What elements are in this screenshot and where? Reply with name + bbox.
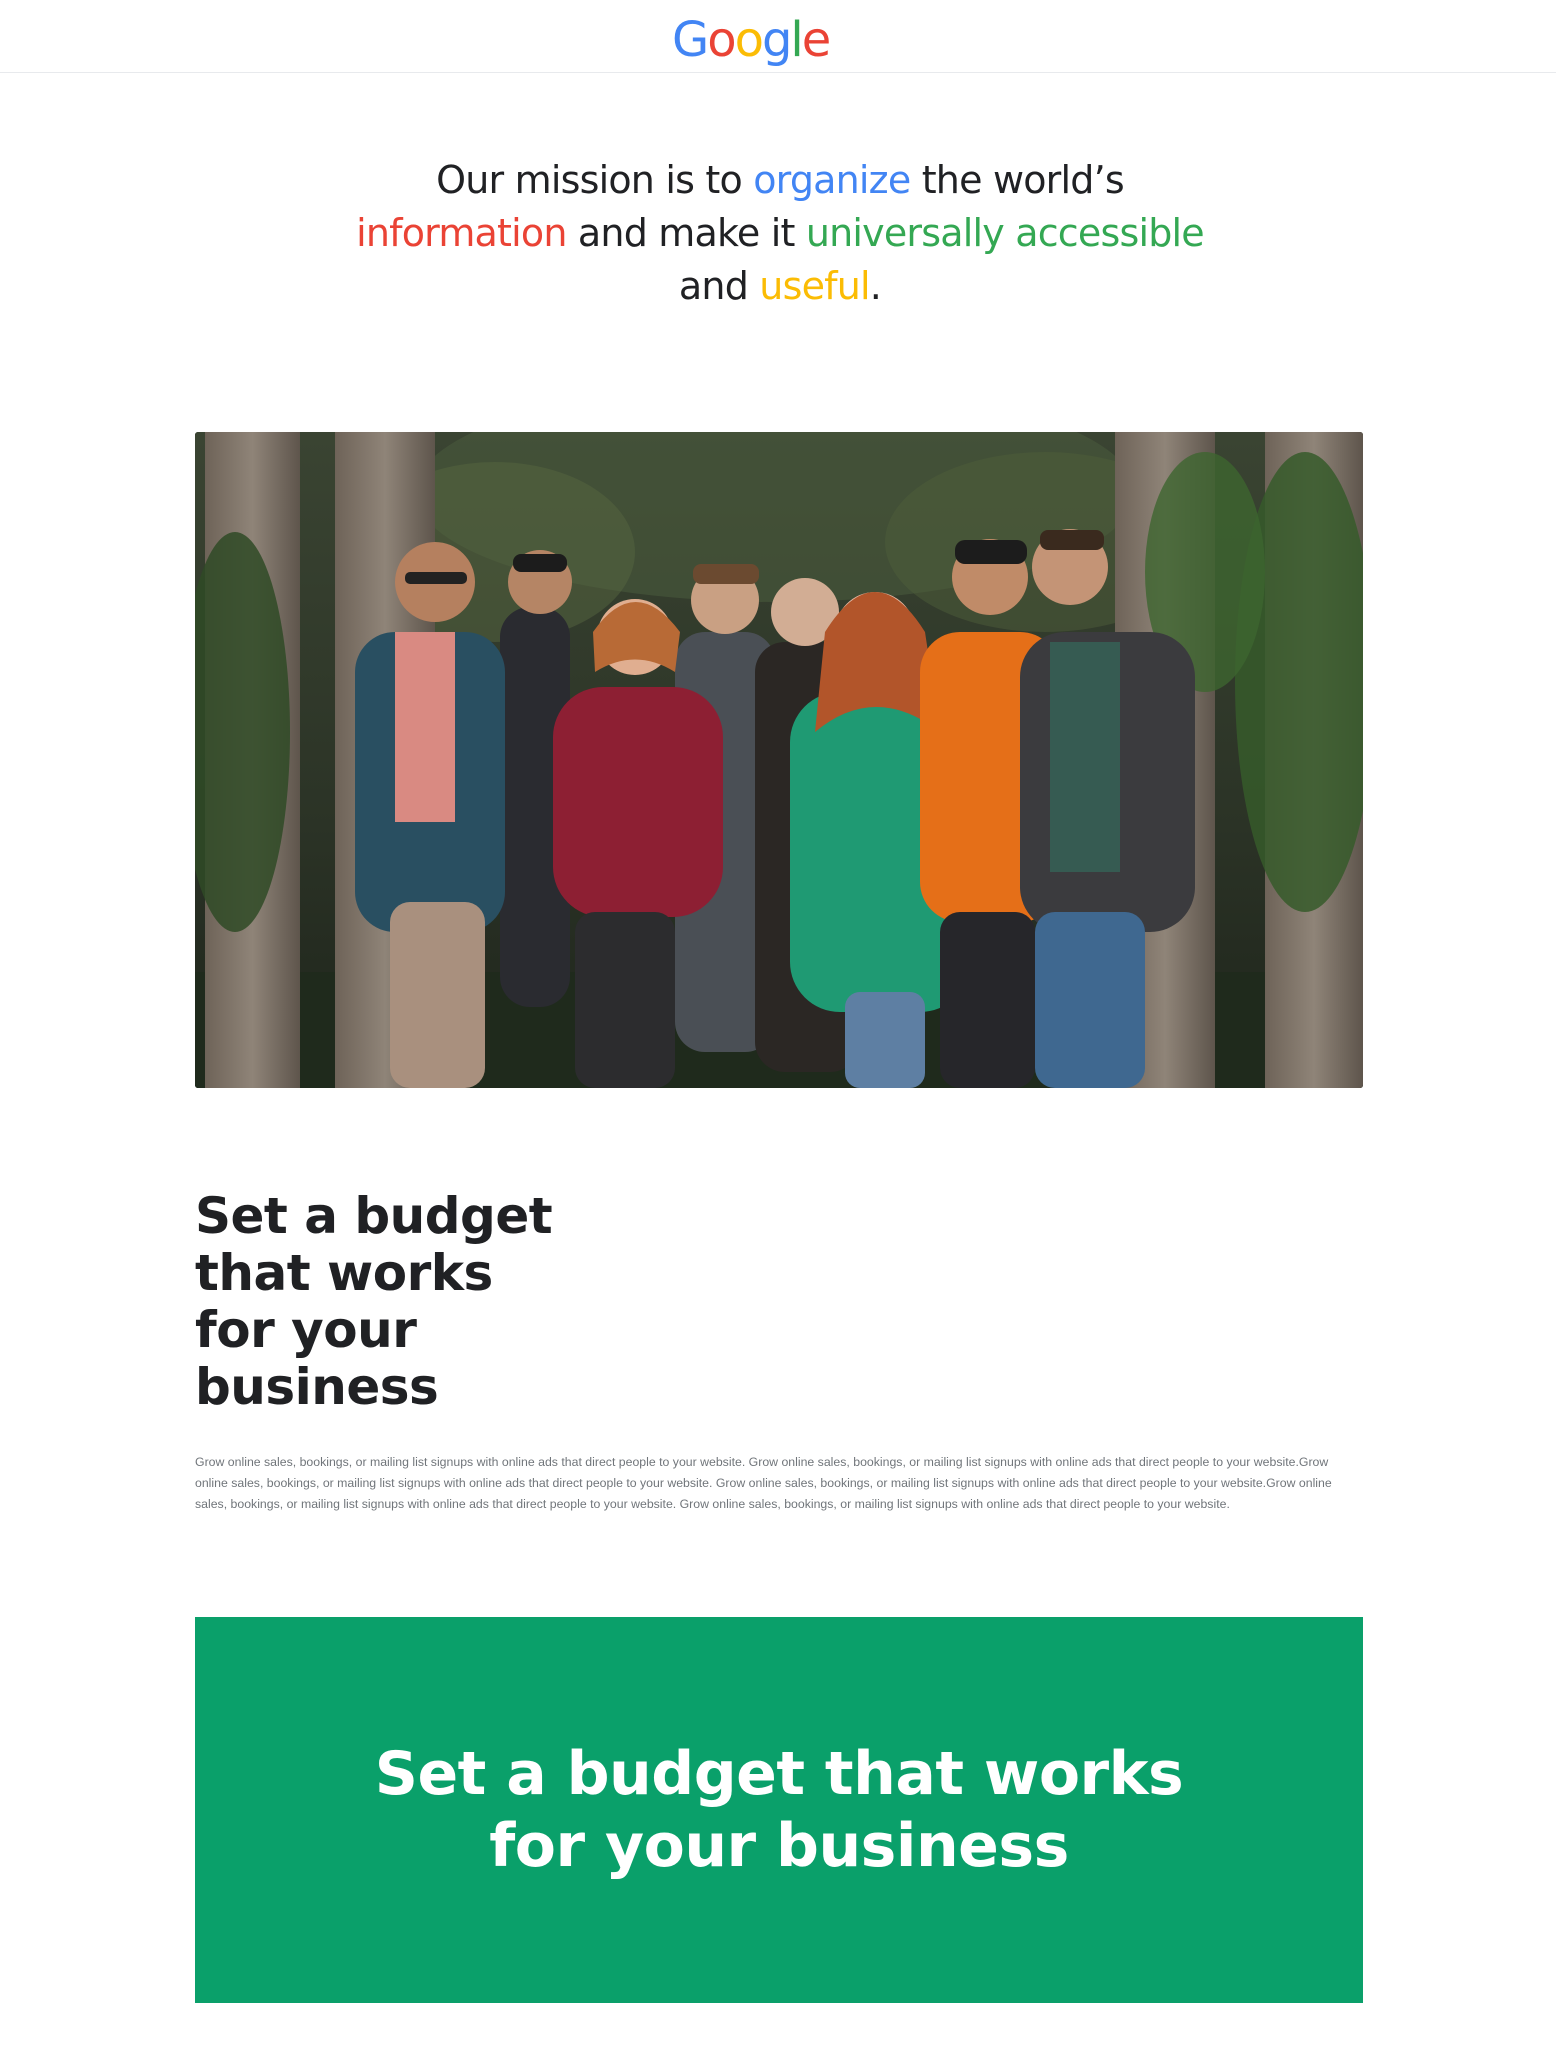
section-body: Grow online sales, bookings, or mailing … (195, 1455, 1332, 1511)
page-header: Google (0, 0, 1556, 73)
mission-highlight-information: information (356, 211, 567, 255)
mission-highlight-organize: organize (753, 158, 911, 202)
mission-text: and (678, 264, 760, 308)
mission-statement: Our mission is to organize the world’s i… (330, 154, 1230, 313)
mission-text: the world’s (910, 158, 1125, 202)
cta-banner: Set a budget that works for your busines… (195, 1617, 1363, 2003)
logo-letter: o (707, 12, 736, 68)
team-photo (195, 432, 1363, 1088)
mission-highlight-useful: useful (759, 264, 870, 308)
logo-letter: g (761, 12, 793, 68)
section-title: Set a budget that works for your busines… (195, 1187, 553, 1416)
logo-letter: G (672, 12, 709, 68)
mission-text: . (869, 264, 882, 308)
logo-letter: e (801, 12, 831, 68)
mission-text: and make it (566, 211, 806, 255)
mission-highlight-accessible: universally accessible (805, 211, 1205, 255)
banner-title: Set a budget that works for your busines… (374, 1739, 1184, 1881)
logo-letter: o (734, 12, 764, 68)
logo-letter: l (790, 12, 803, 68)
google-logo[interactable]: Google (672, 12, 831, 68)
mission-text: Our mission is to (436, 158, 754, 202)
